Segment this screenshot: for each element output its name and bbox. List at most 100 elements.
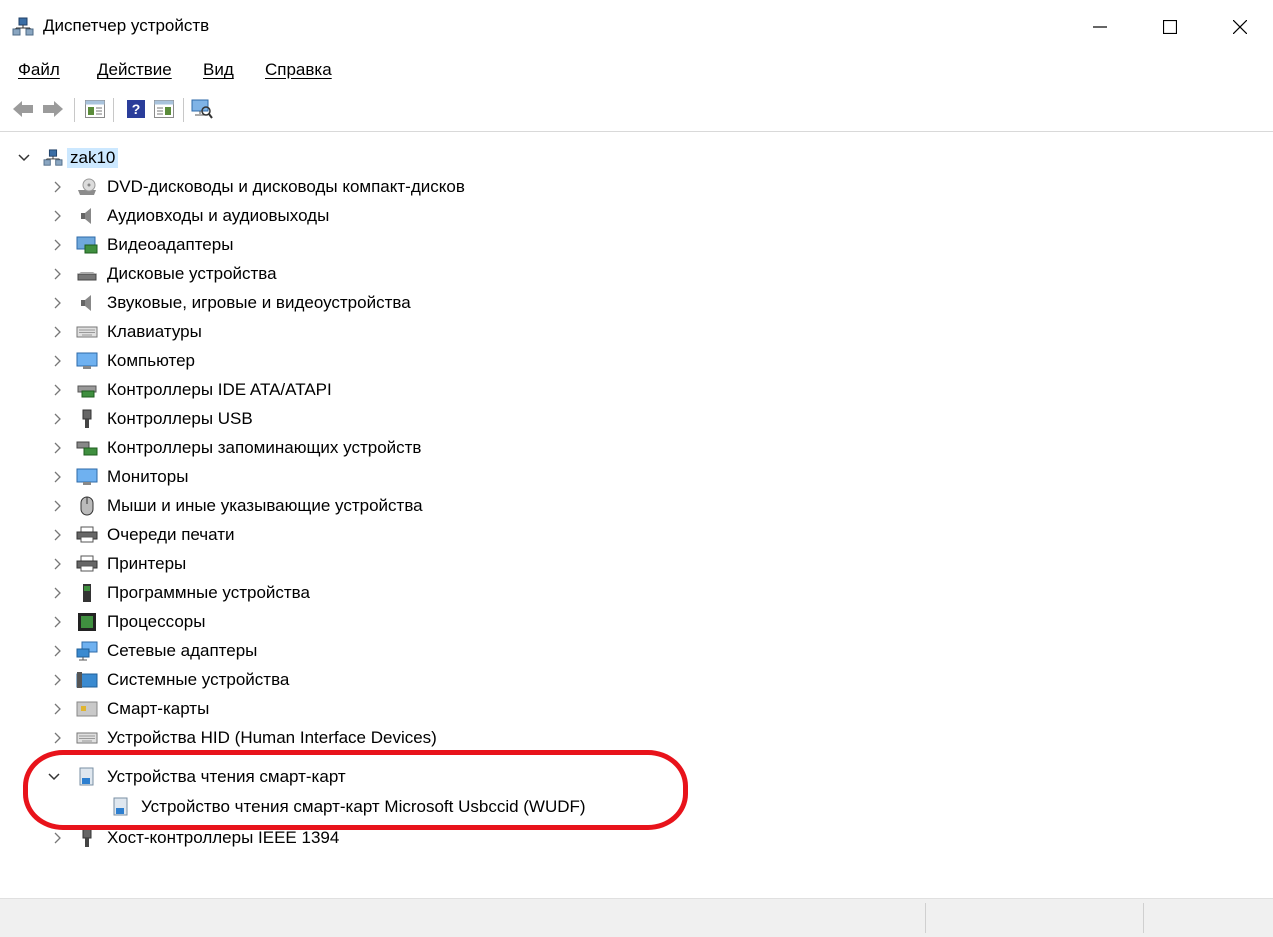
scan-hardware-button[interactable]	[190, 97, 214, 121]
tree-root-zak10[interactable]: zak10	[16, 143, 119, 172]
minimize-icon	[1093, 26, 1107, 28]
chevron-right-icon[interactable]	[50, 730, 66, 746]
tree-item-monitors[interactable]: Мониторы	[50, 462, 188, 491]
tree-item-disk-drives[interactable]: Дисковые устройства	[50, 259, 277, 288]
properties-icon	[85, 100, 105, 118]
tree-item-video-adapters[interactable]: Видеоадаптеры	[50, 230, 233, 259]
chevron-right-icon[interactable]	[50, 556, 66, 572]
chevron-right-icon[interactable]	[50, 353, 66, 369]
tree-item-label: Звуковые, игровые и видеоустройства	[107, 292, 411, 312]
tree-item-label: Клавиатуры	[107, 321, 202, 341]
tree-item-ide-controllers[interactable]: Контроллеры IDE ATA/ATAPI	[50, 375, 332, 404]
title-bar: Диспетчер устройств	[0, 0, 1273, 55]
tree-item-printers[interactable]: Принтеры	[50, 549, 186, 578]
back-arrow-icon	[13, 101, 33, 117]
tree-item-ieee1394[interactable]: Хост-контроллеры IEEE 1394	[50, 823, 339, 852]
tree-item-label: Устройства чтения смарт-карт	[107, 766, 346, 786]
back-button[interactable]	[11, 97, 35, 121]
computer-monitor-icon	[76, 351, 98, 371]
display-adapter-icon	[76, 235, 98, 255]
close-button[interactable]	[1215, 6, 1265, 48]
tree-item-hid[interactable]: Устройства HID (Human Interface Devices)	[50, 723, 437, 752]
chevron-right-icon[interactable]	[50, 440, 66, 456]
tree-item-sound-devices[interactable]: Звуковые, игровые и видеоустройства	[50, 288, 411, 317]
tree-item-label: Принтеры	[107, 553, 187, 573]
network-adapter-icon	[76, 641, 98, 661]
software-device-icon	[76, 583, 98, 603]
storage-controller-icon	[76, 438, 98, 458]
tree-item-system-devices[interactable]: Системные устройства	[50, 665, 289, 694]
chevron-down-icon[interactable]	[46, 769, 62, 785]
device-manager-icon	[12, 17, 34, 37]
device-tree: zak10 DVD-дисководы и дисководы компакт-…	[0, 140, 1273, 890]
tree-item-dvd[interactable]: DVD-дисководы и дисководы компакт-дисков	[50, 172, 465, 201]
chevron-right-icon[interactable]	[50, 208, 66, 224]
chevron-right-icon[interactable]	[50, 830, 66, 846]
tree-item-usb-controllers[interactable]: Контроллеры USB	[50, 404, 253, 433]
toolbar-separator	[113, 98, 114, 122]
tree-item-print-queues[interactable]: Очереди печати	[50, 520, 235, 549]
help-button[interactable]: ?	[124, 97, 148, 121]
chevron-right-icon[interactable]	[50, 179, 66, 195]
chevron-right-icon[interactable]	[50, 527, 66, 543]
toolbar-separator	[74, 98, 75, 122]
update-driver-button[interactable]	[152, 97, 176, 121]
tree-item-label: Сетевые адаптеры	[107, 640, 258, 660]
status-separator	[1143, 903, 1144, 933]
tree-item-keyboards[interactable]: Клавиатуры	[50, 317, 202, 346]
tree-item-processors[interactable]: Процессоры	[50, 607, 205, 636]
forward-arrow-icon	[43, 101, 63, 117]
tree-item-label: Контроллеры USB	[107, 408, 253, 428]
menu-file[interactable]: Файл	[18, 60, 60, 80]
tree-item-label: Аудиовходы и аудиовыходы	[107, 205, 330, 225]
tree-item-network-adapters[interactable]: Сетевые адаптеры	[50, 636, 257, 665]
hid-keyboard-icon	[76, 728, 98, 748]
chevron-right-icon[interactable]	[50, 614, 66, 630]
menu-view[interactable]: Вид	[203, 60, 234, 80]
chevron-right-icon[interactable]	[50, 672, 66, 688]
chevron-right-icon[interactable]	[50, 382, 66, 398]
chevron-right-icon[interactable]	[50, 585, 66, 601]
minimize-button[interactable]	[1075, 6, 1125, 48]
chevron-right-icon[interactable]	[50, 498, 66, 514]
menu-help[interactable]: Справка	[265, 60, 332, 80]
chevron-down-icon[interactable]	[16, 150, 32, 166]
chevron-right-icon[interactable]	[50, 411, 66, 427]
chevron-right-icon[interactable]	[50, 469, 66, 485]
tree-item-audio-io[interactable]: Аудиовходы и аудиовыходы	[50, 201, 329, 230]
tree-item-label: Системные устройства	[107, 669, 290, 689]
chevron-right-icon[interactable]	[50, 643, 66, 659]
tree-item-computer[interactable]: Компьютер	[50, 346, 195, 375]
status-separator	[925, 903, 926, 933]
forward-button[interactable]	[41, 97, 65, 121]
chevron-right-icon[interactable]	[50, 701, 66, 717]
tree-item-label: Устройство чтения смарт-карт Microsoft U…	[141, 796, 586, 816]
tree-item-software-devices[interactable]: Программные устройства	[50, 578, 310, 607]
chevron-right-icon[interactable]	[50, 324, 66, 340]
disk-drive-icon	[76, 264, 98, 284]
chevron-right-icon[interactable]	[50, 237, 66, 253]
toolbar-separator	[183, 98, 184, 122]
maximize-button[interactable]	[1145, 6, 1195, 48]
tree-item-label: Контроллеры запоминающих устройств	[107, 437, 422, 457]
chevron-right-icon[interactable]	[50, 295, 66, 311]
tree-item-storage-controllers[interactable]: Контроллеры запоминающих устройств	[50, 433, 421, 462]
status-bar	[0, 898, 1273, 937]
properties-button[interactable]	[83, 97, 107, 121]
tree-item-label: Смарт-карты	[107, 698, 210, 718]
tree-item-label: Мониторы	[107, 466, 189, 486]
tree-item-mice[interactable]: Мыши и иные указывающие устройства	[50, 491, 423, 520]
tree-item-label: Процессоры	[107, 611, 206, 631]
system-folder-icon	[76, 670, 98, 690]
tree-item-smart-cards[interactable]: Смарт-карты	[50, 694, 209, 723]
processor-icon	[76, 612, 98, 632]
speaker-icon	[76, 206, 98, 226]
printer-icon	[76, 525, 98, 545]
menu-bar: Файл Действие Вид Справка	[0, 57, 1273, 85]
chevron-right-icon[interactable]	[50, 266, 66, 282]
menu-action[interactable]: Действие	[97, 60, 172, 80]
tree-child-usbccid-reader[interactable]: Устройство чтения смарт-карт Microsoft U…	[110, 792, 586, 821]
tree-item-smart-card-readers[interactable]: Устройства чтения смарт-карт	[48, 762, 346, 791]
maximize-icon	[1163, 20, 1177, 34]
tree-root-label: zak10	[67, 147, 119, 168]
